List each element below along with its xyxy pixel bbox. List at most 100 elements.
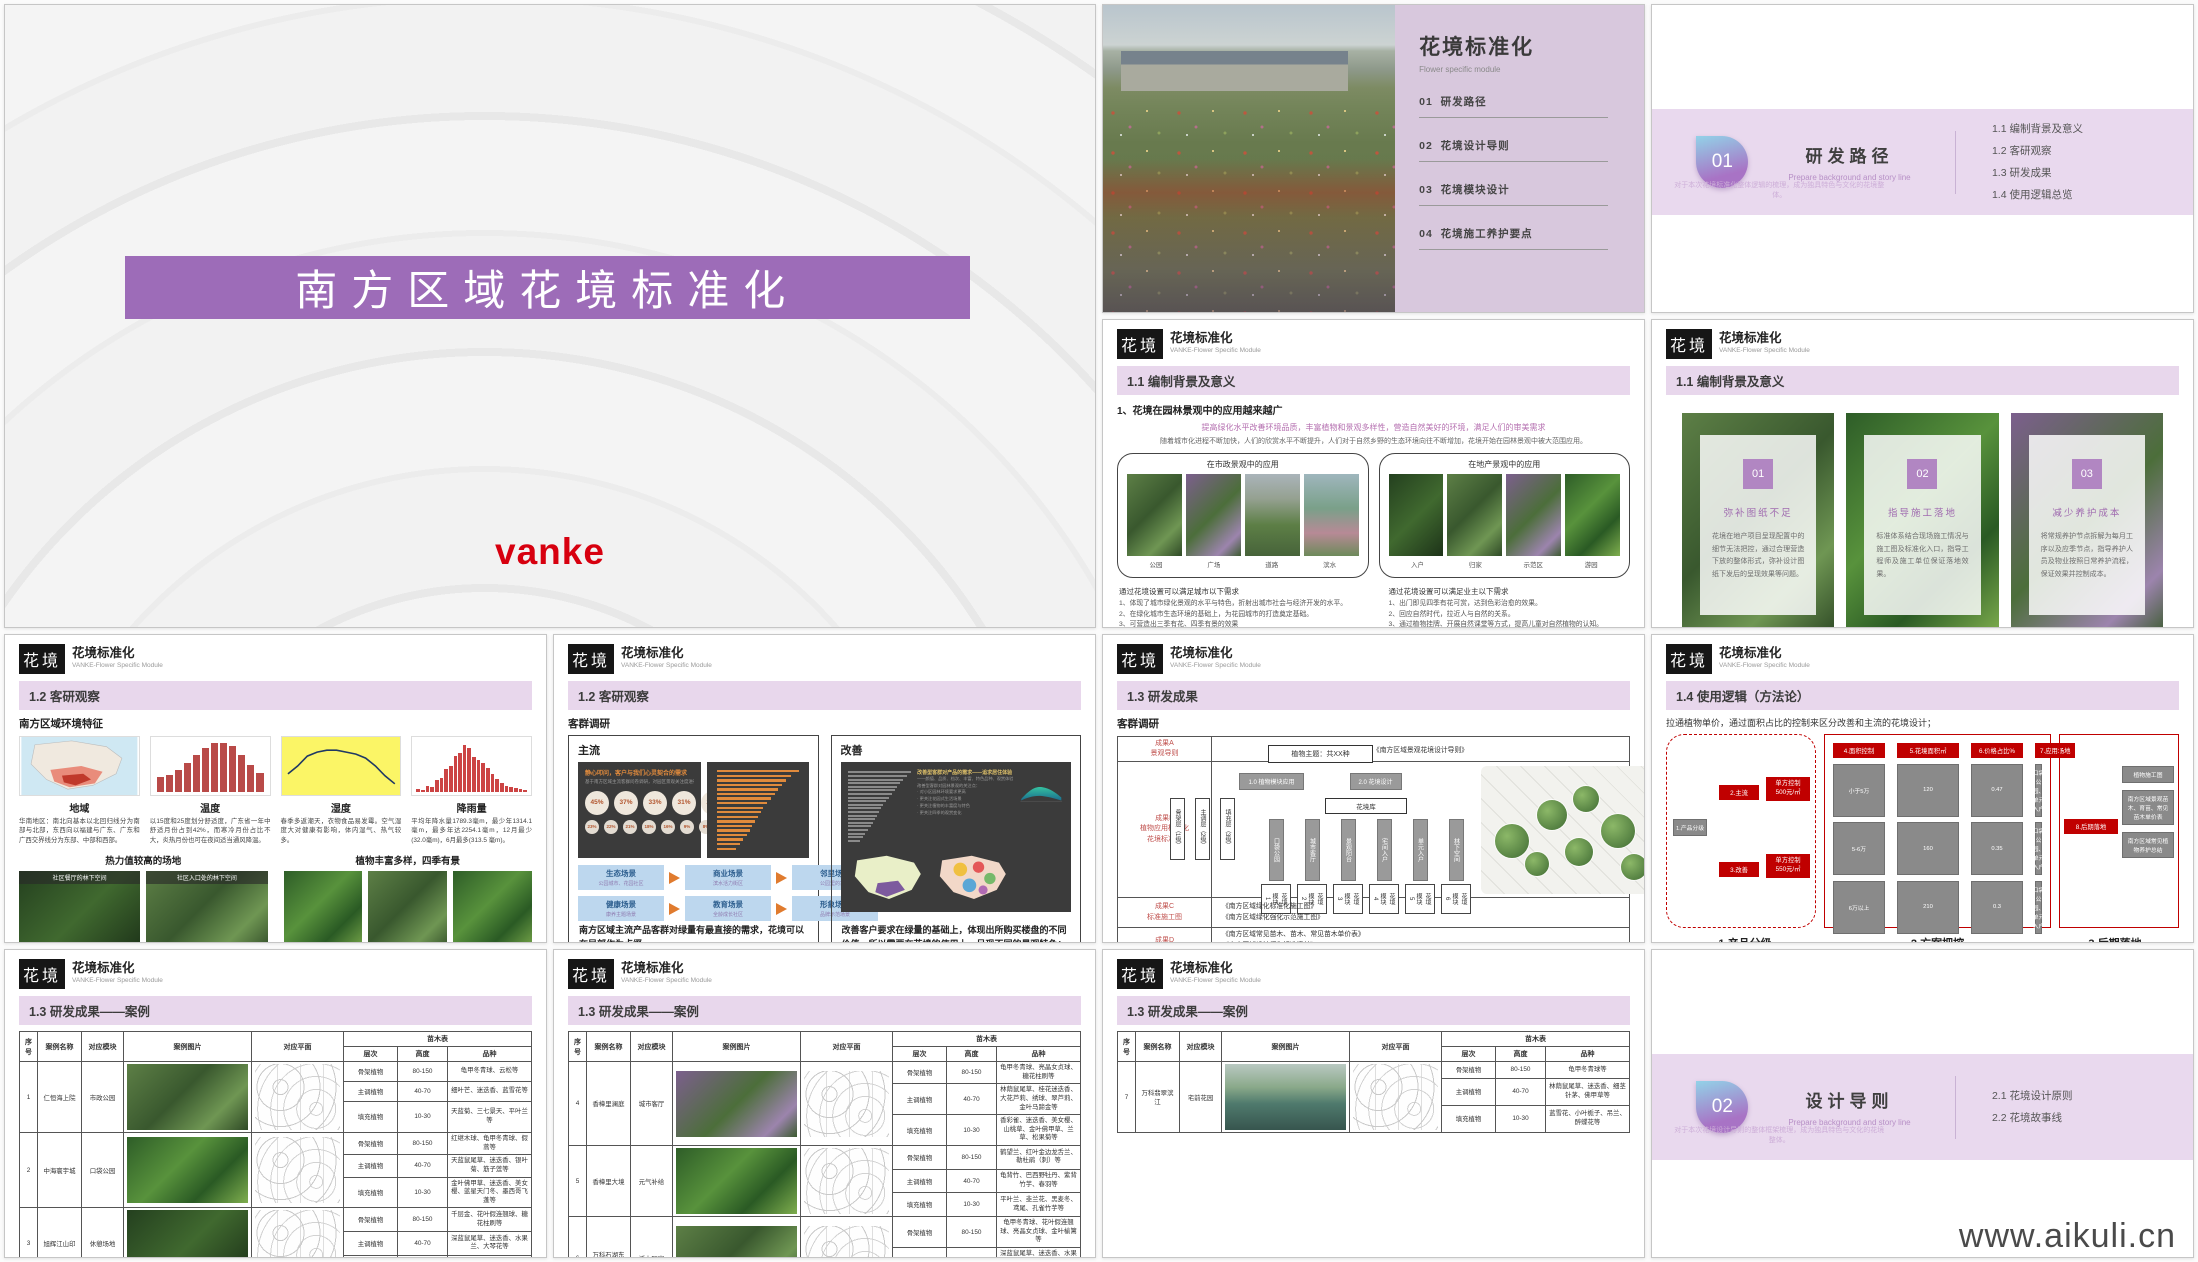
- conclusion-text: 改善客户要求在绿量的基础上，体现出所购买楼盘的不同价值，所以需要在花境的使用上，…: [842, 924, 1071, 943]
- photo-plants-3: [453, 871, 532, 943]
- toc-item-2[interactable]: 02 花境设计导则: [1419, 136, 1620, 162]
- improvement-box: 改善 改善型客群对产品的需求——追求居住体验 ——颜值、品质、档次、丰富、特色品…: [831, 735, 1082, 943]
- result-value: 《南方区域绿化强化示范施工图》: [1222, 913, 1619, 924]
- city-needs-block: 通过花境设置可以满足城市以下需求 1、体现了城市绿化景观的水平与特色，折射出城市…: [1119, 586, 1359, 628]
- slide-section-01[interactable]: 01 研发路径 Prepare background and story lin…: [1651, 4, 2194, 313]
- photo-road: [1245, 474, 1300, 556]
- deck-subtitle: VANKE-Flower Specific Module: [1170, 662, 1261, 669]
- photo-caption: 广场: [1185, 559, 1243, 569]
- slide-research-customers[interactable]: 花境 花境标准化 VANKE-Flower Specific Module 1.…: [553, 634, 1096, 943]
- panel-label: 3.后期落地: [2051, 935, 2179, 943]
- section-bar: 1.3 研发成果: [1117, 681, 1630, 710]
- toc-panel: 花境标准化 Flower specific module 01 研发路径 02 …: [1395, 5, 1644, 312]
- panel-text: 平均年降水量1789.3毫m，最少年1314.1毫m，最多年达2254.1毫m，…: [411, 817, 532, 845]
- heading: 1、花境在园林景观中的应用越来越广: [1117, 402, 1630, 417]
- deck-title: 花境标准化: [1170, 646, 1261, 660]
- arrow-right-icon: [776, 872, 787, 884]
- sub-heading: 客群调研: [568, 716, 1081, 731]
- slide-toc[interactable]: 花境标准化 Flower specific module 01 研发路径 02 …: [1102, 4, 1645, 313]
- cases-table: 序号案例名称 对应模块案例图片 对应平面苗木表 层次高度品种 7万科翡翠滨江 宅…: [1117, 1031, 1630, 1133]
- slide-research-environment[interactable]: 花境 花境标准化 VANKE-Flower Specific Module 1.…: [4, 634, 547, 943]
- photo-caption: 社区餐厅的林下空间: [19, 871, 140, 884]
- deck-subtitle: VANKE-Flower Specific Module: [1719, 662, 1810, 669]
- plant-variety-group: 植物丰富多样，四季有景: [284, 853, 533, 943]
- group-title: 植物丰富多样，四季有景: [284, 853, 533, 867]
- sub-heading: 南方区域环境特征: [19, 716, 532, 731]
- huajing-logo: 花境: [1666, 329, 1712, 359]
- section-bar: 1.1 编制背景及意义: [1117, 366, 1630, 395]
- card-number: 01: [1743, 459, 1773, 489]
- section-tagline: 对于本次花境设计导则的整体框架梳理，成为独具特色与文化的花境整体。: [1673, 1125, 1885, 1145]
- hot-sites-group: 热力值较高的场地 社区餐厅的林下空间 社区入口处的林下空间: [19, 853, 268, 943]
- toc-item-1[interactable]: 01 研发路径: [1419, 92, 1620, 118]
- infographic-note: 基于南方区域主流客群问卷调研，对园区景观关注度进行统计分析: [585, 779, 694, 786]
- deck-subtitle: VANKE-Flower Specific Module: [1719, 347, 1810, 354]
- slide-cases-3[interactable]: 花境 花境标准化 VANKE-Flower Specific Module 1.…: [1102, 949, 1645, 1258]
- value-card-3: 03 减少养护成本 将常规养护节点拆解为每月工序以及应季节点，指导养护人员及物业…: [2011, 413, 2163, 628]
- slide-background-meaning-2[interactable]: 花境 花境标准化 VANKE-Flower Specific Module 1.…: [1651, 319, 2194, 628]
- stat-circle: 37%: [614, 791, 638, 815]
- garden-photo: [1103, 5, 1395, 312]
- photo-caption: 入户: [1389, 559, 1447, 569]
- divider: [1955, 1076, 1956, 1140]
- box-title: 在市政景观中的应用: [1127, 459, 1359, 470]
- cover-title: 南方区域花境标准化: [295, 257, 799, 318]
- case-photo: [127, 1064, 248, 1130]
- slide-usage-logic[interactable]: 花境 花境标准化 VANKE-Flower Specific Module 1.…: [1651, 634, 2194, 943]
- section-item: 2.2 花境故事线: [1992, 1107, 2073, 1129]
- panel-temperature: 温度 以15度和25度划分舒适度，广东省一年中舒适月份占到42%，而寒冷月份占比…: [150, 736, 271, 845]
- needs-item: 3、通过植物挂牌、开展自然课堂等方式，提高儿童对自然植物的认知。: [1389, 620, 1629, 628]
- deck-subtitle: VANKE-Flower Specific Module: [1170, 347, 1261, 354]
- photo-caption: 公园: [1127, 559, 1185, 569]
- section-item: 1.2 客研观察: [1992, 140, 2083, 162]
- photo-caption: 道路: [1243, 559, 1301, 569]
- section-item-list: 1.1 编制背景及意义 1.2 客研观察 1.3 研发成果 1.4 使用逻辑总览: [1992, 118, 2083, 206]
- deck-subtitle: VANKE-Flower Specific Module: [621, 977, 712, 984]
- toc-item-4[interactable]: 04 花境施工养护要点: [1419, 224, 1620, 250]
- slide-cases-1[interactable]: 花境 花境标准化 VANKE-Flower Specific Module 1.…: [4, 949, 547, 1258]
- section-bar: 1.3 研发成果——案例: [19, 996, 532, 1025]
- deck-title: 花境标准化: [1719, 646, 1810, 660]
- realestate-application-box: 在地产景观中的应用 入户 归家 示范区 游园: [1379, 453, 1631, 578]
- rainfall-bar-chart: [411, 736, 532, 796]
- mainstream-box: 主流 静心叩问，客户与我们心灵契合的需求 基于南方区域主流客群问卷调研，对园区景…: [568, 735, 819, 943]
- scene-box-ecology: 生态场景 公园城市、花园社区: [578, 865, 664, 890]
- slide-section-02[interactable]: 02 设计导则 Prepare background and story lin…: [1651, 949, 2194, 1258]
- case-photo: [676, 1226, 797, 1258]
- stat-circle-small: 16%: [661, 820, 675, 834]
- slide-background-meaning-1[interactable]: 花境 花境标准化 VANKE-Flower Specific Module 1.…: [1102, 319, 1645, 628]
- garden-house-graphic: [1121, 51, 1349, 91]
- arrow-right-icon: [776, 903, 787, 915]
- panel-caption: 地域: [19, 800, 140, 815]
- watermark: www.aikuli.cn: [1959, 1217, 2176, 1256]
- deck-title: 花境标准化: [621, 961, 712, 975]
- slide-cover[interactable]: 南方区域花境标准化 vanke: [4, 4, 1096, 628]
- china-maps-graphic: [848, 850, 1014, 905]
- slide-research-results[interactable]: 花境 花境标准化 VANKE-Flower Specific Module 1.…: [1102, 634, 1645, 943]
- panel-text: 春季多返潮天，衣物食品易发霉。空气湿度大对健康有影响，体内湿气、热气较多。: [281, 817, 402, 845]
- panel-humidity: 湿度 春季多返潮天，衣物食品易发霉。空气湿度大对健康有影响，体内湿气、热气较多。: [281, 736, 402, 845]
- stat-circle-small: 9%: [680, 820, 694, 834]
- huajing-logo: 花境: [1666, 644, 1712, 674]
- needs-item: 3、可营造出三季有花、四季有景的效果: [1119, 620, 1359, 628]
- case-photo: [127, 1210, 248, 1258]
- divider: [1955, 131, 1956, 195]
- slide-cases-2[interactable]: 花境 花境标准化 VANKE-Flower Specific Module 1.…: [553, 949, 1096, 1258]
- photo-homecoming: [1447, 474, 1502, 556]
- photo-entry: [1389, 474, 1444, 556]
- deck-title: 花境标准化: [1170, 331, 1261, 345]
- case-photo: [676, 1148, 797, 1214]
- card-title: 弥补图纸不足: [1724, 505, 1793, 519]
- deck-title: 花境标准化: [72, 646, 163, 660]
- section-bar: 1.1 编制背景及意义: [1666, 366, 2179, 395]
- needs-item: 2、回应自然时代，拉近人与自然的关系。: [1389, 610, 1629, 621]
- photo-community-entrance: 社区入口处的林下空间: [146, 871, 267, 943]
- toc-item-3[interactable]: 03 花境模块设计: [1419, 180, 1620, 206]
- stat-circle: 31%: [672, 791, 696, 815]
- product-grading-panel: 1.产品分级 2.主流 单方控制 500元/㎡ 3.改善 单方控制 550元/㎡: [1666, 734, 1816, 928]
- deck-title: 花境标准化: [1170, 961, 1261, 975]
- stat-circle-small: 21%: [623, 820, 637, 834]
- toc-item-label: 研发路径: [1441, 96, 1487, 108]
- photo-waterfront: [1304, 474, 1359, 556]
- cases-table: 序号案例名称 对应模块案例图片 对应平面苗木表 层次高度品种 1仁恒海上院 市政…: [19, 1031, 532, 1258]
